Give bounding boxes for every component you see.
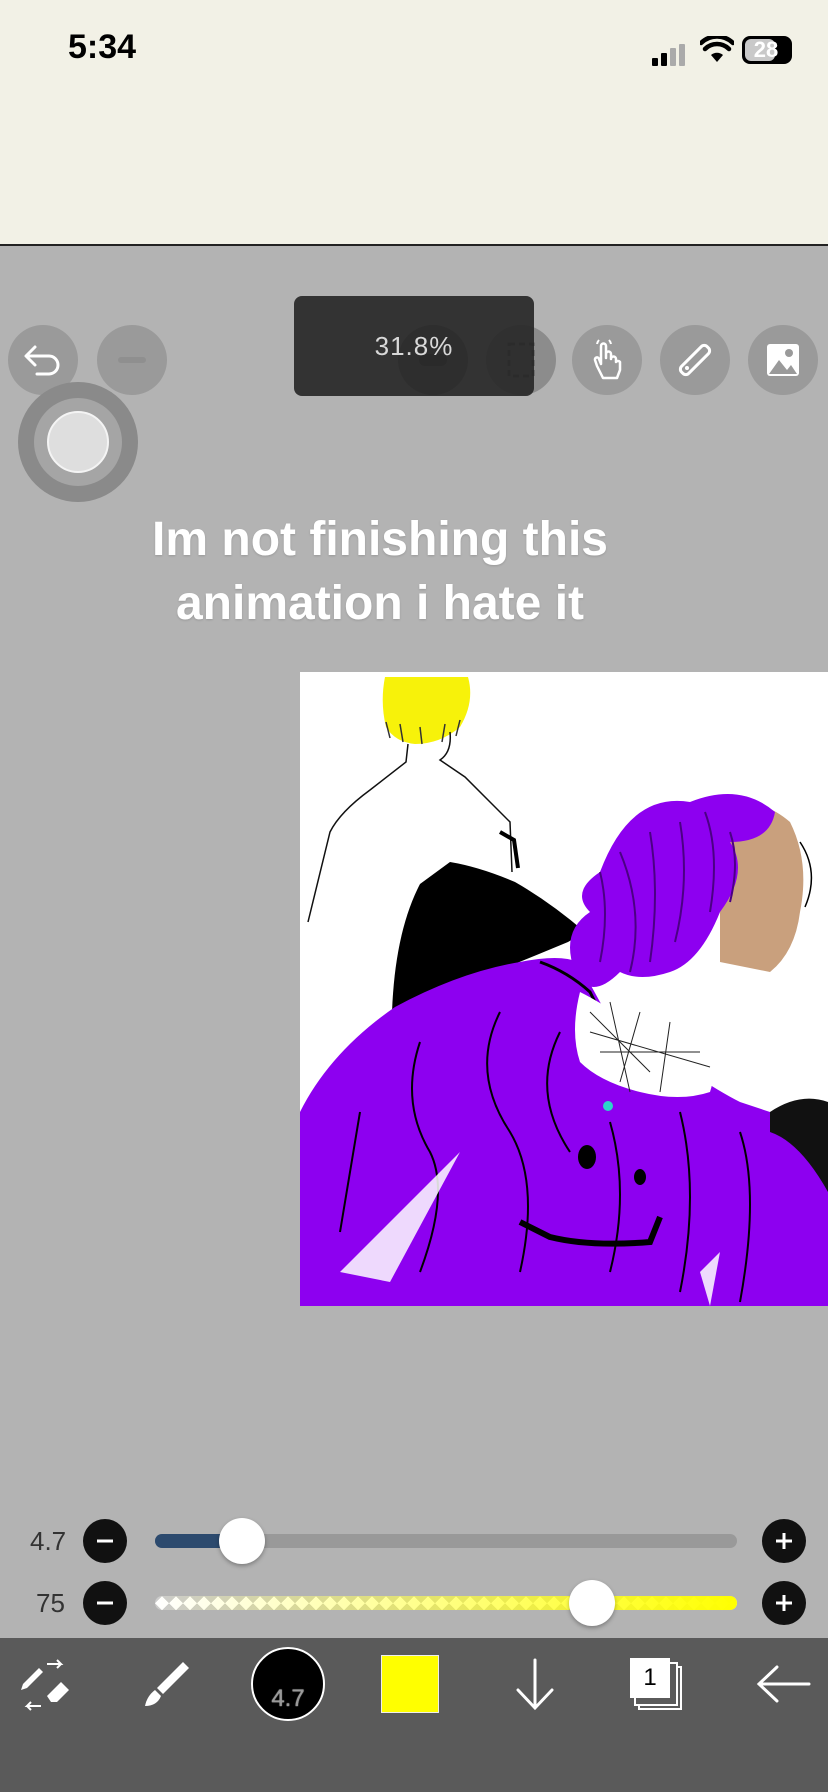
brush-size-increase-button[interactable]: [762, 1519, 806, 1563]
hand-tool-button[interactable]: [572, 325, 642, 395]
back-button[interactable]: [748, 1646, 818, 1722]
ruler-icon: [678, 343, 712, 377]
battery-icon: 28: [742, 36, 792, 64]
plus-icon: [776, 1533, 792, 1549]
caption-line-1: Im not finishing this: [152, 513, 608, 566]
undo-icon: [24, 345, 60, 376]
brush-size-decrease-button[interactable]: [83, 1519, 127, 1563]
artwork-drawing: [300, 677, 828, 1306]
brush-tool-button[interactable]: [130, 1646, 200, 1722]
opacity-value: 75: [36, 1588, 65, 1618]
brush-size-indicator: 4.7: [271, 1685, 305, 1712]
arrow-down-icon: [516, 1658, 554, 1711]
arrow-left-icon: [756, 1665, 811, 1703]
brush-size-thumb[interactable]: [219, 1518, 266, 1564]
minus-icon: [97, 1601, 113, 1605]
brush-cursor[interactable]: [18, 382, 138, 502]
caption-line-2: animation i hate it: [175, 577, 585, 630]
brush-size-value: 4.7: [30, 1526, 67, 1556]
wifi-icon: [700, 36, 734, 62]
opacity-gradient: [155, 1596, 737, 1610]
battery-level: 28: [753, 37, 779, 62]
image-icon: [767, 344, 799, 376]
color-swatch-button[interactable]: [380, 1646, 440, 1722]
hand-icon: [593, 339, 622, 380]
pen-eraser-swap-icon: [21, 1659, 69, 1711]
opacity-thumb[interactable]: [568, 1580, 615, 1626]
opacity-increase-button[interactable]: [762, 1581, 806, 1625]
redo-button[interactable]: [97, 325, 167, 395]
opacity-decrease-button[interactable]: [83, 1581, 127, 1625]
brush-size-button[interactable]: 4.7: [250, 1646, 326, 1722]
plus-icon: [776, 1595, 792, 1611]
brush-icon: [145, 1662, 189, 1706]
minus-icon: [97, 1539, 113, 1543]
ruler-button[interactable]: [660, 325, 730, 395]
drawing-canvas[interactable]: [300, 672, 828, 1306]
layers-button[interactable]: 1: [626, 1646, 686, 1722]
zoom-indicator: 31.8%: [294, 296, 534, 396]
redo-icon: [118, 357, 146, 363]
layer-count: 1: [630, 1658, 670, 1698]
image-button[interactable]: [748, 325, 818, 395]
current-color-swatch: [381, 1655, 439, 1713]
cellular-signal-icon: [652, 44, 685, 66]
tool-switch-button[interactable]: [10, 1646, 80, 1722]
status-time: 5:34: [68, 28, 137, 66]
transfer-down-button[interactable]: [505, 1646, 565, 1722]
overlay-caption: Im not finishing this animation i hate i…: [100, 508, 660, 636]
